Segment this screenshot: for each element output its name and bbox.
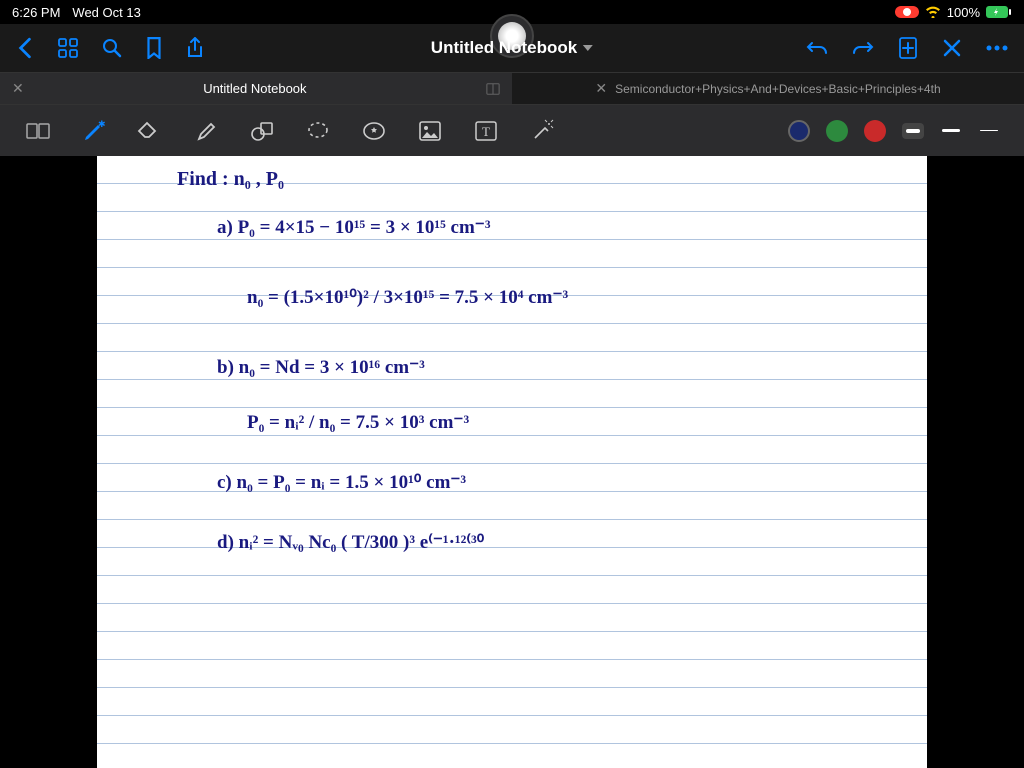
tab-close-icon[interactable]: ✕	[595, 80, 607, 97]
image-tool[interactable]	[416, 117, 444, 145]
nav-bar: Untitled Notebook	[0, 24, 1024, 72]
redo-button[interactable]	[852, 38, 874, 58]
share-icon[interactable]	[186, 37, 204, 59]
hw-line-1: Find : n₀ , P₀	[177, 168, 284, 191]
hw-line-3: n₀ = (1.5×10¹⁰)² / 3×10¹⁵ = 7.5 × 10⁴ cm…	[247, 286, 568, 309]
tab-close-icon[interactable]: ✕	[12, 80, 24, 97]
undo-button[interactable]	[806, 38, 828, 58]
battery-percent: 100%	[947, 5, 980, 20]
wifi-icon	[925, 6, 941, 18]
tab-pdf[interactable]: ✕ Semiconductor+Physics+And+Devices+Basi…	[512, 73, 1024, 104]
shapes-tool[interactable]	[248, 117, 276, 145]
close-button[interactable]	[942, 38, 962, 58]
color-red[interactable]	[864, 120, 886, 142]
search-icon[interactable]	[102, 38, 122, 58]
back-button[interactable]	[16, 37, 34, 59]
tools-bar: ✱ T	[0, 104, 1024, 156]
hw-line-5: P₀ = nᵢ² / n₀ = 7.5 × 10³ cm⁻³	[247, 411, 469, 434]
grid-view-icon[interactable]	[58, 38, 78, 58]
canvas-area[interactable]: Find : n₀ , P₀ a) P₀ = 4×15 − 10¹⁵ = 3 ×…	[0, 156, 1024, 768]
sticker-tool[interactable]	[360, 117, 388, 145]
more-button[interactable]	[986, 45, 1008, 51]
color-green[interactable]	[826, 120, 848, 142]
stroke-medium[interactable]	[940, 129, 962, 132]
chevron-down-icon	[583, 45, 593, 51]
tab-notebook[interactable]: ✕ Untitled Notebook	[0, 73, 512, 104]
tabs-bar: ✕ Untitled Notebook ✕ Semiconductor+Phys…	[0, 72, 1024, 104]
read-mode-tool[interactable]	[24, 117, 52, 145]
lasso-tool[interactable]	[304, 117, 332, 145]
split-view-icon[interactable]	[486, 82, 500, 96]
stroke-thin[interactable]	[978, 130, 1000, 132]
notebook-title[interactable]: Untitled Notebook	[431, 38, 593, 58]
text-tool[interactable]: T	[472, 117, 500, 145]
battery-icon	[986, 6, 1012, 18]
color-navy[interactable]	[788, 120, 810, 142]
hw-line-4: b) n₀ = Nd = 3 × 10¹⁶ cm⁻³	[217, 356, 425, 379]
eraser-tool[interactable]	[136, 117, 164, 145]
svg-text:T: T	[482, 124, 490, 139]
svg-text:✱: ✱	[98, 119, 106, 129]
laser-tool[interactable]	[528, 117, 556, 145]
pen-tool[interactable]: ✱	[80, 117, 108, 145]
hw-line-6: c) n₀ = P₀ = nᵢ = 1.5 × 10¹⁰ cm⁻³	[217, 471, 466, 494]
notebook-page[interactable]: Find : n₀ , P₀ a) P₀ = 4×15 − 10¹⁵ = 3 ×…	[97, 156, 927, 768]
status-date: Wed Oct 13	[72, 5, 140, 20]
add-page-button[interactable]	[898, 37, 918, 59]
recording-indicator[interactable]	[895, 6, 919, 18]
status-time: 6:26 PM	[12, 5, 60, 20]
stroke-thick[interactable]	[902, 123, 924, 139]
highlighter-tool[interactable]	[192, 117, 220, 145]
bookmark-icon[interactable]	[146, 37, 162, 59]
hw-line-2: a) P₀ = 4×15 − 10¹⁵ = 3 × 10¹⁵ cm⁻³	[217, 216, 491, 239]
hw-line-7: d) nᵢ² = Nᵥ₀ Nc₀ ( T/300 )³ e⁽⁻¹·¹²⁽³⁰	[217, 531, 484, 554]
